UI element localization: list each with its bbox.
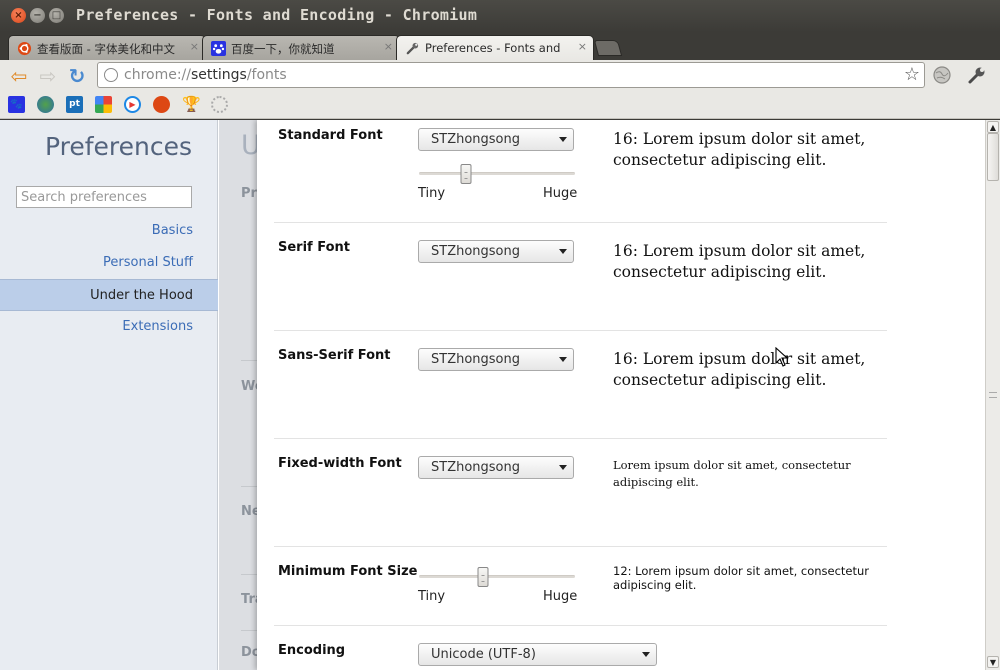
standard-font-select[interactable]: STZhongsong [418,128,574,151]
page-scrollbar[interactable]: ▲ ▼ [985,120,1000,670]
bookmark-loading-icon[interactable] [211,96,228,113]
tab-label: Preferences - Fonts and [425,41,561,55]
scroll-down-icon[interactable]: ▼ [987,656,999,668]
sidebar-item-personal-stuff[interactable]: Personal Stuff [0,247,218,279]
wrench-menu-icon[interactable] [966,64,988,86]
reload-button[interactable]: ↻ [65,65,89,87]
window-titlebar: × − □ Preferences - Fonts and Encoding -… [0,0,1000,32]
tab-chinese-fonts[interactable]: 查看版面 - 字体美化和中文 × [8,35,206,60]
ubuntu-icon [17,41,32,56]
tab-label: 查看版面 - 字体美化和中文 [37,42,175,56]
minimum-font-size-slider[interactable] [419,565,575,589]
sidebar-item-extensions[interactable]: Extensions [0,311,218,343]
tab-strip: 查看版面 - 字体美化和中文 × 百度一下，你就知道 × Preferences… [0,32,1000,60]
sidebar-title: Preferences [44,132,192,161]
row-divider [274,222,887,223]
sans-serif-font-label: Sans-Serif Font [278,348,391,363]
wrench-icon [406,42,419,55]
tab-label: 百度一下，你就知道 [231,42,335,56]
tab-close-icon[interactable]: × [190,40,199,53]
minimum-slider-max-label: Huge [543,589,578,604]
row-divider [274,438,887,439]
page-content: Preferences Basics Personal Stuff Under … [0,120,985,670]
page-globe-icon [104,68,118,82]
scrollbar-grip [989,392,997,398]
chevron-down-icon [559,137,567,142]
fixed-width-font-sample: Lorem ipsum dolor sit amet, consectetur … [613,458,851,489]
mouse-cursor-icon [775,347,789,367]
bookmark-ubuntu-icon[interactable] [153,96,170,113]
standard-font-sample: 16: Lorem ipsum dolor sit amet, consecte… [613,130,866,169]
fixed-width-font-label: Fixed-width Font [278,456,402,471]
bookmark-baidu-icon[interactable]: 🐾 [8,96,25,113]
standard-font-label: Standard Font [278,128,383,143]
chevron-down-icon [642,652,650,657]
bookmark-pt-icon[interactable]: pt [66,96,83,113]
tab-close-icon[interactable]: × [578,40,587,53]
search-preferences-input[interactable] [16,186,192,208]
window-title: Preferences - Fonts and Encoding - Chrom… [76,6,478,24]
bookmark-globe-icon[interactable] [37,96,54,113]
new-tab-button[interactable] [593,40,623,56]
chevron-down-icon [559,249,567,254]
tab-baidu[interactable]: 百度一下，你就知道 × [202,35,400,60]
serif-font-sample: 16: Lorem ipsum dolor sit amet, consecte… [613,242,866,281]
tab-preferences[interactable]: Preferences - Fonts and × [396,35,594,60]
encoding-label: Encoding [278,643,346,658]
sans-serif-font-select[interactable]: STZhongsong [418,348,574,371]
tab-close-icon[interactable]: × [384,40,393,53]
slider-track [419,575,575,578]
chevron-down-icon [559,465,567,470]
sidebar-item-basics[interactable]: Basics [0,215,218,247]
forward-button[interactable]: ⇨ [36,65,60,87]
baidu-paw-icon [211,41,226,56]
bookmark-player-icon[interactable]: ▶ [124,96,141,113]
bookmark-trophy-icon[interactable]: 🏆 [182,96,201,113]
standard-font-size-slider[interactable] [419,162,575,186]
window-maximize-button[interactable]: □ [49,8,64,23]
chevron-down-icon [559,357,567,362]
minimum-slider-min-label: Tiny [418,589,446,604]
extension-globe-icon[interactable] [931,64,953,86]
sidebar-item-under-the-hood[interactable]: Under the Hood [0,279,218,311]
encoding-select[interactable]: Unicode (UTF-8) [418,643,657,666]
serif-font-label: Serif Font [278,240,350,255]
row-divider [274,546,887,547]
fixed-width-font-select[interactable]: STZhongsong [418,456,574,479]
sans-serif-font-sample: 16: Lorem ipsum dolor sit amet, consecte… [613,350,866,389]
bookmarks-bar: 🐾 pt ▶ 🏆 [0,92,1000,119]
slider-track [419,172,575,175]
minimum-font-size-label: Minimum Font Size [278,564,418,579]
window-close-button[interactable]: × [11,8,26,23]
standard-slider-min-label: Tiny [418,186,446,201]
address-text: chrome://settings/fonts [124,67,287,83]
scroll-up-icon[interactable]: ▲ [987,121,999,133]
row-divider [274,625,887,626]
slider-thumb[interactable] [460,164,472,184]
serif-font-select[interactable]: STZhongsong [418,240,574,263]
bookmark-google-icon[interactable] [95,96,112,113]
row-divider [274,330,887,331]
minimum-font-sample: 12: Lorem ipsum dolor sit amet, consecte… [613,564,870,592]
fonts-encoding-overlay: Standard Font STZhongsong Tiny Huge 16: … [257,120,985,670]
standard-slider-max-label: Huge [543,186,578,201]
scrollbar-thumb[interactable] [987,133,999,181]
preferences-sidebar: Preferences Basics Personal Stuff Under … [0,120,218,670]
window-minimize-button[interactable]: − [30,8,45,23]
slider-thumb[interactable] [477,567,489,587]
address-bar[interactable]: chrome://settings/fonts ☆ [97,62,925,88]
back-button[interactable]: ⇦ [7,65,31,87]
bookmark-star-icon[interactable]: ☆ [904,64,920,85]
